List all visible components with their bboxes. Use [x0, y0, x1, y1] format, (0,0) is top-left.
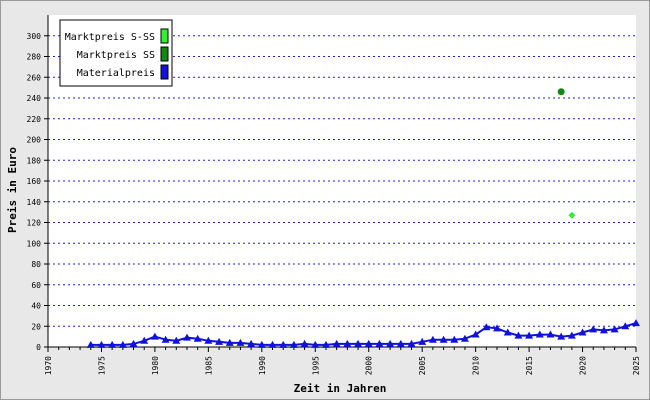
x-tick-label: 1980: [151, 356, 160, 375]
x-tick-label: 2005: [418, 356, 427, 375]
chart: 1970 1975 1980 1985 1990 1995 2000 2005 2010 2015…: [6, 15, 641, 395]
legend: Marktpreis S-SS Marktpreis SS Materialprei…: [59, 19, 173, 87]
legend-swatch: [160, 46, 169, 62]
y-tick-label: 100: [27, 239, 42, 248]
y-tick-label: 260: [27, 73, 42, 82]
x-tick-label: 1995: [311, 356, 320, 375]
y-tick-label: 0: [36, 343, 41, 352]
legend-label: Marktpreis SS: [77, 50, 155, 61]
x-tick-label: 1990: [258, 356, 267, 375]
data-point: [557, 88, 565, 96]
x-tick-labels: 1970 1975 1980 1985 1990 1995 2000 2005 2010 2015…: [44, 347, 641, 375]
y-axis-title: Preis in Euro: [6, 147, 19, 233]
x-axis-title: Zeit in Jahren: [294, 382, 387, 395]
legend-items: Marktpreis S-SS Marktpreis SS Materialprei…: [65, 28, 169, 80]
x-tick-label: 2015: [525, 356, 534, 375]
y-tick-label: 80: [31, 260, 41, 269]
y-tick-label: 120: [27, 219, 42, 228]
legend-label: Materialpreis: [77, 68, 155, 79]
x-tick-label: 2010: [472, 356, 481, 375]
x-tick-label: 2020: [579, 356, 588, 375]
y-tick-label: 140: [27, 198, 42, 207]
y-tick-label: 280: [27, 53, 42, 62]
x-tick-label: 2025: [632, 356, 641, 375]
y-tick-label: 180: [27, 156, 42, 165]
y-tick-label: 200: [27, 136, 42, 145]
y-tick-label: 60: [31, 281, 41, 290]
x-tick-label: 1975: [97, 356, 106, 375]
x-tick-label: 1985: [204, 356, 213, 375]
y-tick-label: 160: [27, 177, 42, 186]
x-tick-label: 1970: [44, 356, 53, 375]
legend-swatch: [160, 28, 169, 44]
y-tick-label: 220: [27, 115, 42, 124]
x-tick-label: 2000: [365, 356, 374, 375]
y-tick-label: 300: [27, 32, 42, 41]
legend-label: Marktpreis S-SS: [65, 32, 155, 43]
y-tick-label: 20: [31, 322, 41, 331]
y-tick-label: 240: [27, 94, 42, 103]
y-tick-label: 40: [31, 302, 41, 311]
legend-swatch: [160, 64, 169, 80]
y-tick-labels: 0 20 40 60 80 100 120 140 160 180 200 220 240 260 280 3…: [27, 32, 48, 352]
